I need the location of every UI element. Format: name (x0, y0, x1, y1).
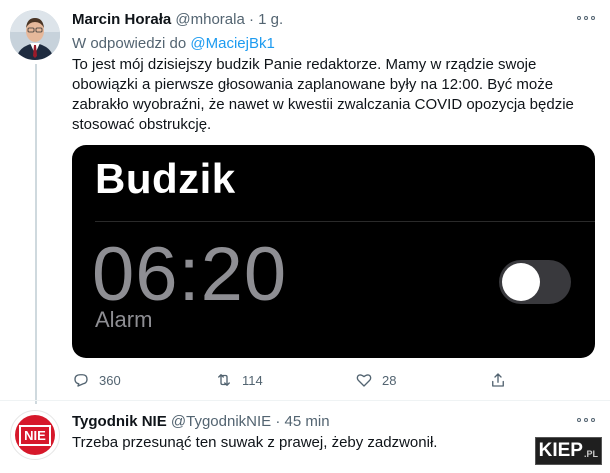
tweet-header: Marcin Horała @mhorala · 1 g. (72, 11, 570, 29)
alarm-toggle-switch (499, 260, 571, 304)
reply-icon (74, 374, 88, 387)
share-icon (492, 373, 504, 387)
tweet-reply[interactable]: NIE Tygodnik NIE @TygodnikNIE · 45 min T… (0, 400, 610, 473)
nie-logo-icon: NIE (15, 415, 55, 455)
retweet-button[interactable]: 114 (215, 370, 263, 390)
reply-header: Tygodnik NIE @TygodnikNIE · 45 min (72, 413, 330, 430)
reply-prefix: W odpowiedzi do (72, 35, 187, 52)
author-handle[interactable]: @mhorala (175, 11, 244, 28)
retweet-icon (218, 374, 230, 386)
watermark-suffix: .PL (583, 449, 598, 459)
alarm-label: Alarm (95, 307, 153, 332)
reply-author-handle[interactable]: @TygodnikNIE (171, 413, 271, 430)
tweet-actions-bar: 360 114 28 (72, 370, 512, 390)
alarm-divider (95, 221, 595, 222)
separator-dot: · (275, 413, 281, 430)
reply-mention-link[interactable]: @MaciejBk1 (190, 35, 274, 52)
reply-timestamp[interactable]: 45 min (285, 413, 330, 430)
like-button[interactable]: 28 (355, 370, 396, 390)
tweet-media-image[interactable]: Budzik 06:20 Alarm (72, 145, 595, 358)
heart-icon (356, 374, 372, 387)
reply-more-options-icon[interactable] (577, 415, 595, 425)
kiep-watermark-logo: KIEP .PL (534, 437, 602, 465)
thread-connector-line (35, 64, 37, 404)
reply-count: 360 (99, 372, 121, 388)
alarm-time: 06:20 (92, 232, 288, 317)
more-options-icon[interactable] (577, 13, 595, 23)
author-name[interactable]: Marcin Horała (72, 11, 171, 28)
tweet-text: To jest mój dzisiejszy budzik Panie reda… (72, 56, 574, 133)
toggle-knob (502, 263, 540, 301)
separator-dot: · (248, 11, 254, 28)
watermark-main: KIEP (538, 440, 583, 461)
share-button[interactable] (489, 370, 516, 390)
like-count: 28 (382, 372, 397, 388)
alarm-app-title: Budzik (95, 155, 236, 202)
author-avatar[interactable] (10, 10, 60, 60)
reply-author-avatar[interactable]: NIE (10, 410, 60, 460)
avatar-logo-text: NIE (19, 424, 51, 446)
reply-context: W odpowiedzi do @MaciejBk1 (72, 35, 275, 52)
tweet-timestamp[interactable]: 1 g. (258, 11, 283, 28)
retweet-count: 114 (242, 372, 263, 388)
reply-author-name[interactable]: Tygodnik NIE (72, 413, 167, 430)
tweet-main[interactable]: Marcin Horała @mhorala · 1 g. W odpowied… (0, 0, 610, 404)
reply-button[interactable]: 360 (72, 370, 121, 390)
reply-text: Trzeba przesunąć ten suwak z prawej, żeb… (72, 434, 438, 451)
avatar-portrait-icon (10, 10, 60, 60)
